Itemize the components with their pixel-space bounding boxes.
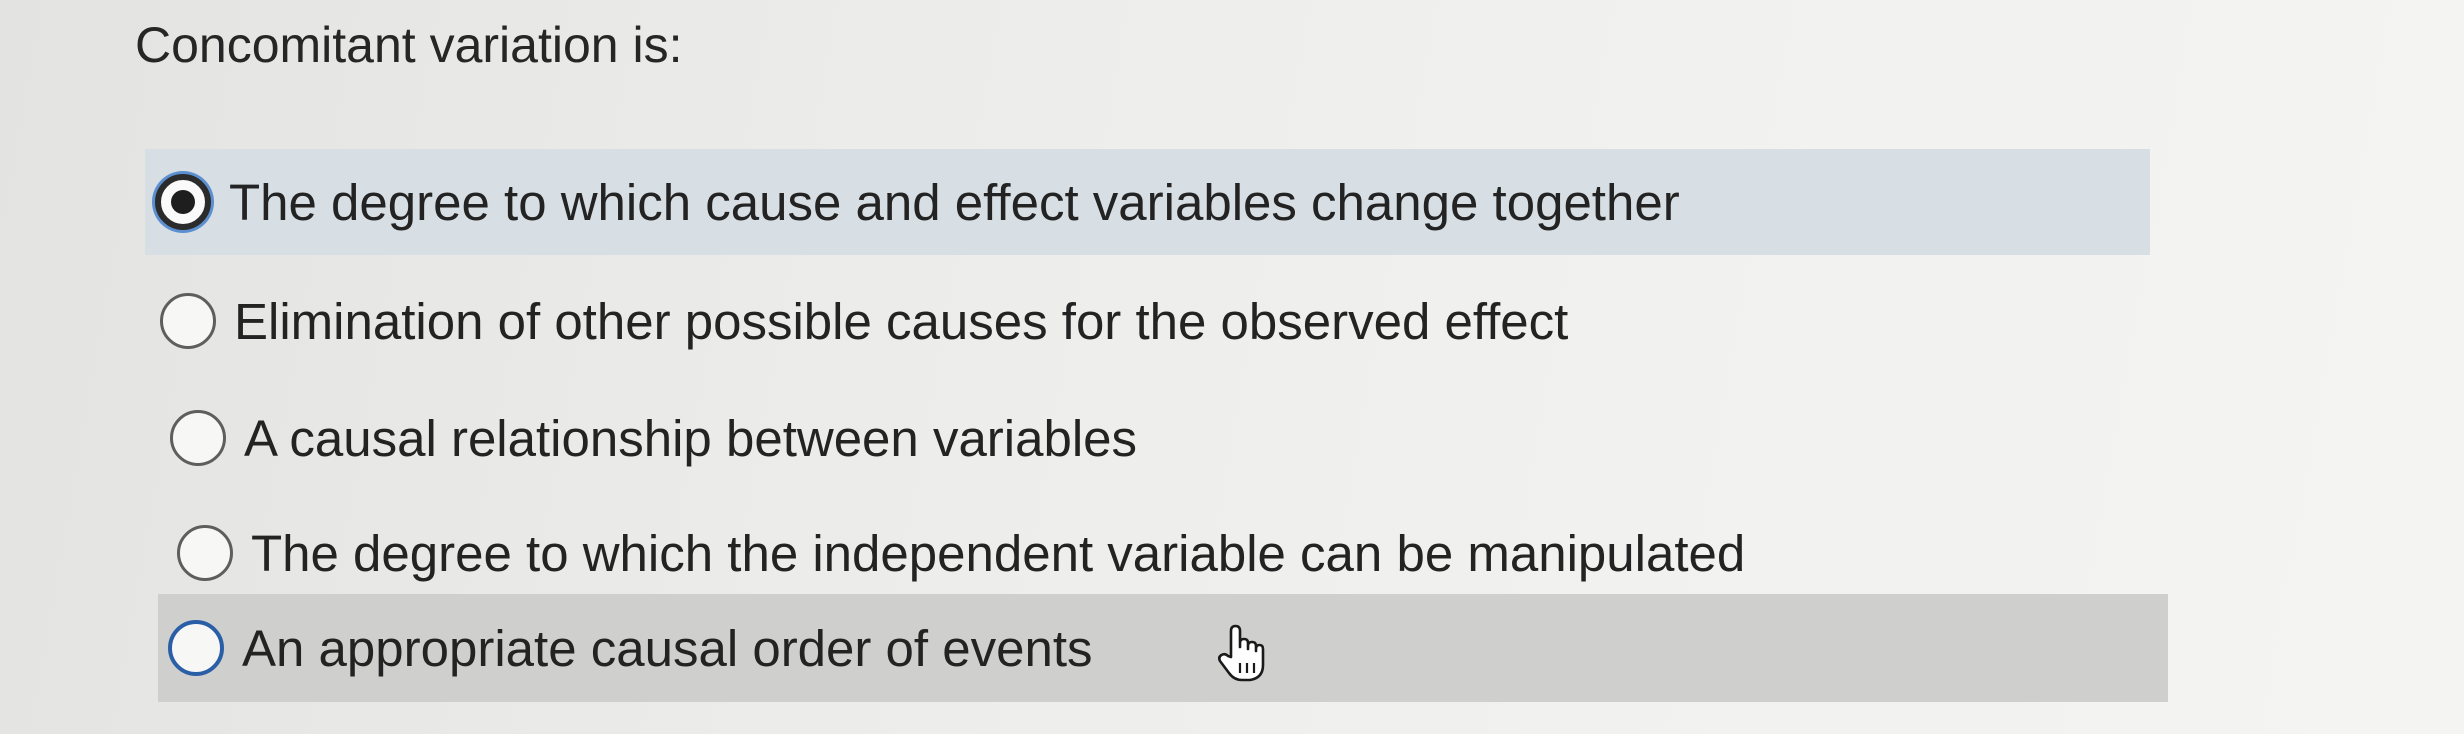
option-label: The degree to which cause and effect var…: [229, 173, 1680, 231]
radio-button-selected[interactable]: [155, 174, 211, 230]
option-4[interactable]: The degree to which the independent vari…: [167, 500, 2067, 606]
radio-button[interactable]: [168, 620, 224, 676]
option-label: The degree to which the independent vari…: [251, 524, 1746, 582]
option-2[interactable]: Elimination of other possible causes for…: [150, 268, 2050, 374]
radio-button[interactable]: [160, 293, 216, 349]
hand-pointer-icon: [1217, 624, 1265, 682]
option-1[interactable]: The degree to which cause and effect var…: [145, 149, 2150, 255]
option-label: A causal relationship between variables: [244, 409, 1138, 467]
option-label: An appropriate causal order of events: [242, 619, 1093, 677]
option-3[interactable]: A causal relationship between variables: [160, 385, 2060, 491]
option-label: Elimination of other possible causes for…: [234, 292, 1569, 350]
option-5[interactable]: An appropriate causal order of events: [158, 594, 2168, 702]
radio-button[interactable]: [177, 525, 233, 581]
radio-button[interactable]: [170, 410, 226, 466]
